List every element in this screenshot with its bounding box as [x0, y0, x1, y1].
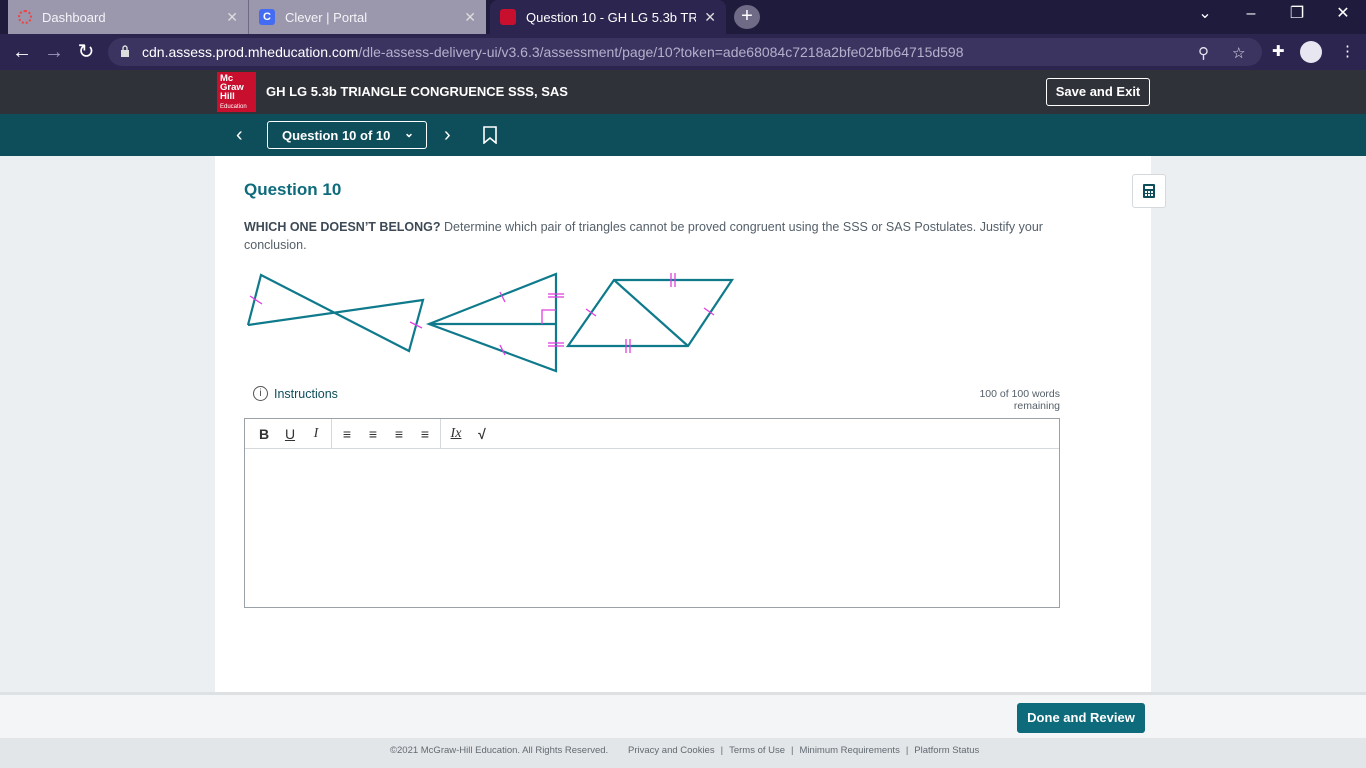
forward-icon[interactable]: → [42, 40, 66, 64]
done-and-review-button[interactable]: Done and Review [1017, 703, 1145, 733]
tab-clever[interactable]: C Clever | Portal ✕ [248, 0, 486, 34]
prompt-lead: WHICH ONE DOESN’T BELONG? [244, 220, 441, 234]
tab-question[interactable]: Question 10 - GH LG 5.3b TRIAN ✕ [490, 0, 726, 34]
app-header: Mc Graw Hill Education GH LG 5.3b TRIANG… [0, 70, 1366, 114]
instructions-label: Instructions [274, 386, 338, 401]
link-separator: | [720, 745, 724, 756]
url-field[interactable]: cdn.assess.prod.mheducation.com/dle-asse… [108, 38, 1262, 66]
footer-links: Privacy and Cookies | Terms of Use | Minim… [628, 745, 979, 756]
instructions-toggle[interactable]: i Instructions [253, 386, 338, 401]
editor-toolbar: B U I ≡ ≡ ≡ ≡ Ix √ [245, 418, 1059, 449]
kite-triangles [425, 272, 558, 373]
back-icon[interactable]: ← [10, 40, 34, 64]
justify-button[interactable]: ≡ [412, 426, 438, 442]
previous-question-icon[interactable]: ‹ [236, 124, 243, 147]
tick-mark [585, 308, 597, 317]
restore-icon[interactable]: ❐ [1274, 0, 1320, 30]
menu-icon[interactable]: ⋮ [1340, 42, 1355, 60]
tab-dashboard[interactable]: Dashboard ✕ [8, 0, 248, 34]
new-tab-button[interactable]: + [734, 5, 760, 29]
reload-icon[interactable]: ↻ [74, 40, 98, 64]
bookmark-icon[interactable] [482, 126, 498, 144]
address-bar: ← → ↻ cdn.assess.prod.mheducation.com/dl… [0, 34, 1366, 70]
logo-line: Education [220, 104, 247, 110]
extensions-icon[interactable]: ✚ [1272, 42, 1285, 60]
calculator-icon [1143, 184, 1155, 198]
clever-favicon-icon: C [259, 9, 275, 25]
question-selector-label: Question 10 of 10 [282, 128, 391, 143]
dashboard-favicon-icon [18, 10, 32, 24]
calculator-button[interactable] [1132, 174, 1166, 208]
tab-title: Clever | Portal [285, 9, 368, 25]
bookmark-star-icon[interactable]: ☆ [1232, 44, 1245, 62]
equation-button[interactable]: √ [469, 426, 495, 442]
url-text: cdn.assess.prod.mheducation.com/dle-asse… [142, 44, 964, 60]
question-selector[interactable]: Question 10 of 10 ⌄ [267, 121, 427, 149]
copyright: ©2021 McGraw-Hill Education. All Rights … [390, 745, 609, 756]
platform-status-link[interactable]: Platform Status [914, 745, 979, 756]
underline-button[interactable]: U [277, 426, 303, 442]
lock-icon [121, 45, 129, 57]
next-question-icon[interactable]: › [444, 124, 451, 147]
link-separator: | [905, 745, 909, 756]
align-center-button[interactable]: ≡ [360, 426, 386, 442]
legal-footer: ©2021 McGraw-Hill Education. All Rights … [0, 738, 1366, 768]
italic-button[interactable]: I [303, 426, 329, 442]
question-nav-bar: ‹ Question 10 of 10 ⌄ › [0, 114, 1366, 156]
tab-search-icon[interactable]: ⌄ [1182, 0, 1228, 30]
question-panel: Question 10 WHICH ONE DOESN’T BELONG? De… [215, 156, 1166, 692]
terms-link[interactable]: Terms of Use [729, 745, 785, 756]
footer-action-bar: Done and Review [0, 692, 1366, 738]
save-and-exit-button[interactable]: Save and Exit [1046, 78, 1150, 106]
chevron-down-icon: ⌄ [403, 126, 414, 140]
bold-button[interactable]: B [251, 426, 277, 442]
browser-tab-bar: Dashboard ✕ C Clever | Portal ✕ Question… [0, 0, 1366, 34]
clear-formatting-button[interactable]: Ix [443, 426, 469, 442]
logo-line: Hill [220, 91, 235, 102]
tab-title: Dashboard [42, 9, 106, 25]
triangles-figure [246, 272, 735, 373]
close-tab-icon[interactable]: ✕ [226, 9, 238, 26]
zoom-icon[interactable]: ⚲ [1198, 44, 1209, 62]
link-separator: | [791, 745, 794, 756]
bowtie-triangles [246, 273, 425, 353]
question-title: Question 10 [244, 180, 342, 199]
parallelogram-diagonal [613, 279, 689, 347]
minimize-icon[interactable]: – [1228, 0, 1274, 30]
response-textarea[interactable] [245, 449, 1059, 607]
privacy-link[interactable]: Privacy and Cookies [628, 745, 715, 756]
url-host: cdn.assess.prod.mheducation.com [142, 44, 359, 60]
assessment-title: GH LG 5.3b TRIANGLE CONGRUENCE SSS, SAS [266, 84, 568, 99]
right-angle-mark [541, 309, 556, 324]
align-left-button[interactable]: ≡ [334, 426, 360, 442]
tab-title: Question 10 - GH LG 5.3b TRIAN [526, 9, 696, 25]
align-right-button[interactable]: ≡ [386, 426, 412, 442]
profile-avatar[interactable] [1300, 41, 1322, 63]
toolbar-divider [440, 418, 441, 449]
requirements-link[interactable]: Minimum Requirements [800, 745, 900, 756]
toolbar-divider [331, 418, 332, 449]
mcgraw-hill-logo: Mc Graw Hill Education [217, 72, 256, 112]
question-prompt: WHICH ONE DOESN’T BELONG? Determine whic… [244, 218, 1054, 254]
url-path: /dle-assess-delivery-ui/v3.6.3/assessmen… [358, 44, 964, 60]
info-icon: i [253, 386, 268, 401]
response-editor: B U I ≡ ≡ ≡ ≡ Ix √ [244, 418, 1060, 608]
mcgraw-hill-favicon-icon [500, 9, 516, 25]
word-count: 100 of 100 words remaining [979, 388, 1060, 412]
close-window-icon[interactable]: ✕ [1320, 0, 1366, 30]
close-tab-icon[interactable]: ✕ [704, 9, 716, 26]
close-tab-icon[interactable]: ✕ [464, 9, 476, 26]
